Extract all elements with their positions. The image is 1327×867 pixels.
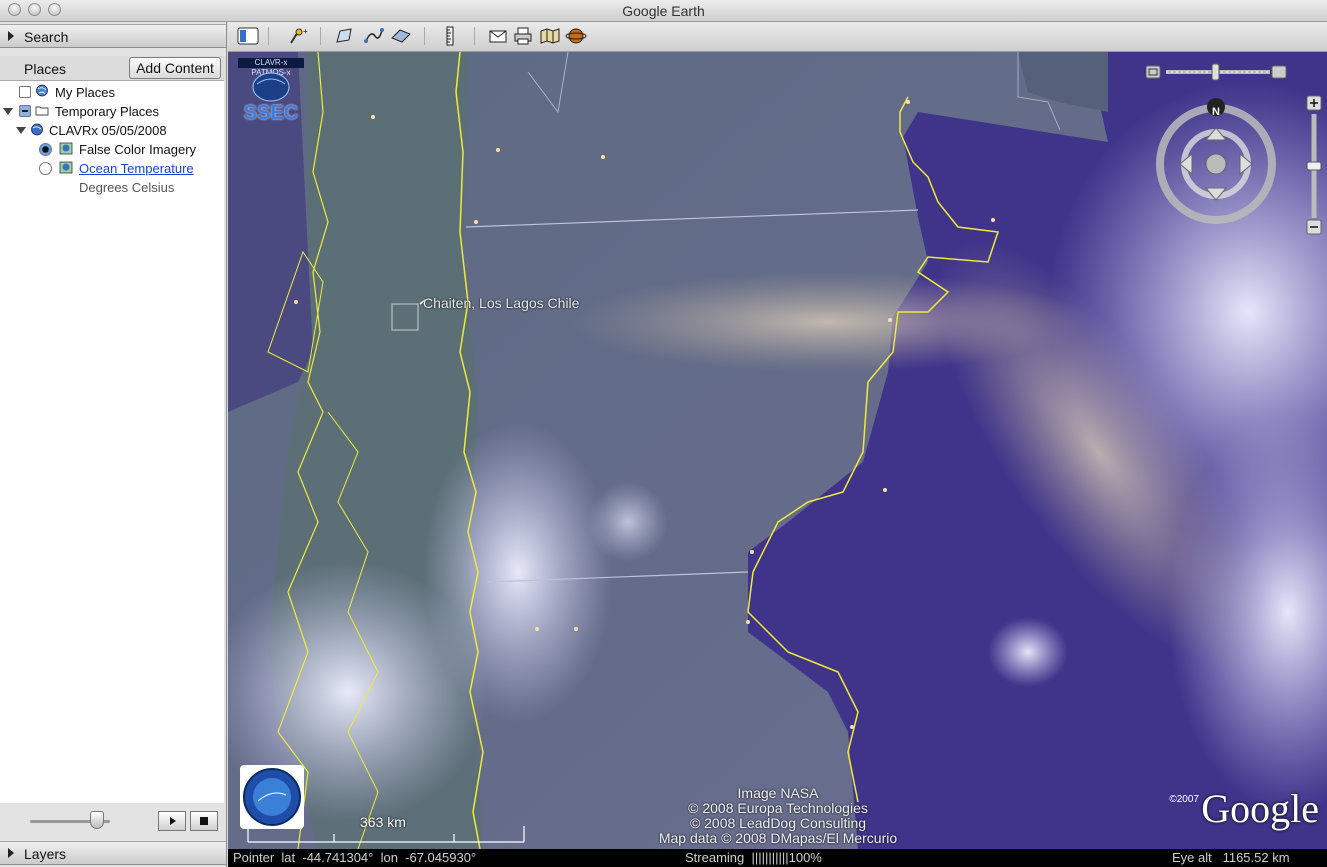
placemark-chaiten[interactable]: Chaiten, Los Lagos Chile [423,295,579,311]
play-tour-button[interactable] [158,811,186,831]
folder-icon [35,106,49,116]
window-title: Google Earth [622,3,705,19]
globe-folder-icon [36,84,48,97]
disclosure-triangle-icon [8,848,14,858]
layers-panel-header[interactable]: Layers [0,841,226,865]
ssec-logo-banner: CLAVR-x PATMOS-x [238,58,304,77]
pointer-coordinates: Pointer lat -44.741304° lon -67.045930° [233,850,477,865]
expand-triangle-icon[interactable] [16,127,26,134]
add-polygon-icon[interactable] [334,26,356,46]
agency-seal-logo [240,765,304,829]
google-copyright-year: ©2007 [1169,794,1199,805]
view-in-maps-icon[interactable] [539,26,561,46]
disclosure-triangle-icon [8,31,14,41]
image-overlay-icon [59,142,73,155]
svg-text:+: + [303,27,308,36]
map-view[interactable]: CLAVR-x PATMOS-x SSEC Chaiten, Los Lagos… [228,52,1327,849]
sky-switch-icon[interactable] [565,26,587,46]
clavrx-label: CLAVRx 05/05/2008 [49,123,167,138]
stop-tour-button[interactable] [190,811,218,831]
main-toolbar: + [228,22,1327,52]
ssec-logo: CLAVR-x PATMOS-x SSEC [238,58,304,124]
imagery-credits: Image NASA © 2008 Europa Technologies © … [628,786,928,846]
places-panel-label[interactable]: Places [24,61,66,77]
my-places-checkbox[interactable] [19,86,31,98]
sidebar: Search Places Add Content My Places Temp… [0,22,227,867]
places-tree: My Places Temporary Places CLAVRx 05/05/… [0,80,224,803]
play-icon [170,817,176,825]
ruler-icon[interactable] [439,26,461,46]
layers-panel-label: Layers [24,846,67,862]
search-panel-header[interactable]: Search [0,24,226,48]
image-overlay-icon [59,161,73,174]
tour-speed-thumb[interactable] [90,811,104,829]
credit-line: Image NASA [737,785,819,801]
seal-icon [243,768,301,826]
look-joystick[interactable] [1146,58,1326,238]
false-color-label: False Color Imagery [79,142,197,157]
stop-icon [200,817,208,825]
tree-item-clavrx[interactable]: CLAVRx 05/05/2008 [0,121,224,139]
window-title-bar: Google Earth [0,0,1327,22]
print-icon[interactable] [512,26,534,46]
toolbar-separator [474,27,475,45]
credit-line: © 2008 LeadDog Consulting [689,815,867,831]
add-path-icon[interactable] [363,26,385,46]
sidebar-toggle-icon[interactable] [237,26,259,46]
streaming-status: Streaming |||||||||||100% [685,850,822,865]
credit-line: © 2008 Europa Technologies [688,800,868,816]
expand-triangle-icon[interactable] [3,108,13,115]
ocean-temperature-link[interactable]: Ocean Temperature [79,161,194,176]
google-logo: Google [1201,786,1319,831]
places-panel-header: Places Add Content [0,56,226,80]
false-color-radio[interactable] [39,143,52,156]
compass-north-label[interactable]: N [1210,106,1222,118]
ocean-temperature-description-text: Degrees Celsius [79,180,175,195]
tree-item-false-color[interactable]: False Color Imagery [0,140,224,158]
tree-item-temporary-places[interactable]: Temporary Places [0,102,224,120]
tour-controls [0,803,226,839]
navigation-controls: N [1146,58,1326,238]
toolbar-separator [268,27,269,45]
ssec-globe-icon [252,72,290,102]
ocean-temperature-radio[interactable] [39,162,52,175]
search-panel-label: Search [24,29,69,45]
scale-bar-label: 363 km [360,814,406,830]
temporary-places-checkbox[interactable] [19,105,31,117]
eye-altitude: Eye alt 1165.52 km [1172,850,1290,865]
email-icon[interactable] [487,26,509,46]
ssec-logo-text: SSEC [243,102,299,124]
ocean-temperature-description: Degrees Celsius [0,178,224,196]
tree-item-my-places[interactable]: My Places [0,83,224,101]
tree-item-ocean-temperature[interactable]: Ocean Temperature [0,159,224,177]
status-bar: Pointer lat -44.741304° lon -67.045930° … [228,849,1327,867]
credit-line: Map data © 2008 DMapas/El Mercurio [658,830,898,846]
add-placemark-icon[interactable]: + [287,26,309,46]
toolbar-separator [320,27,321,45]
my-places-label: My Places [55,85,115,100]
globe-icon [31,123,43,136]
toolbar-separator [424,27,425,45]
temporary-places-label: Temporary Places [55,104,160,119]
add-image-overlay-icon[interactable] [390,26,412,46]
add-content-button[interactable]: Add Content [129,57,221,79]
